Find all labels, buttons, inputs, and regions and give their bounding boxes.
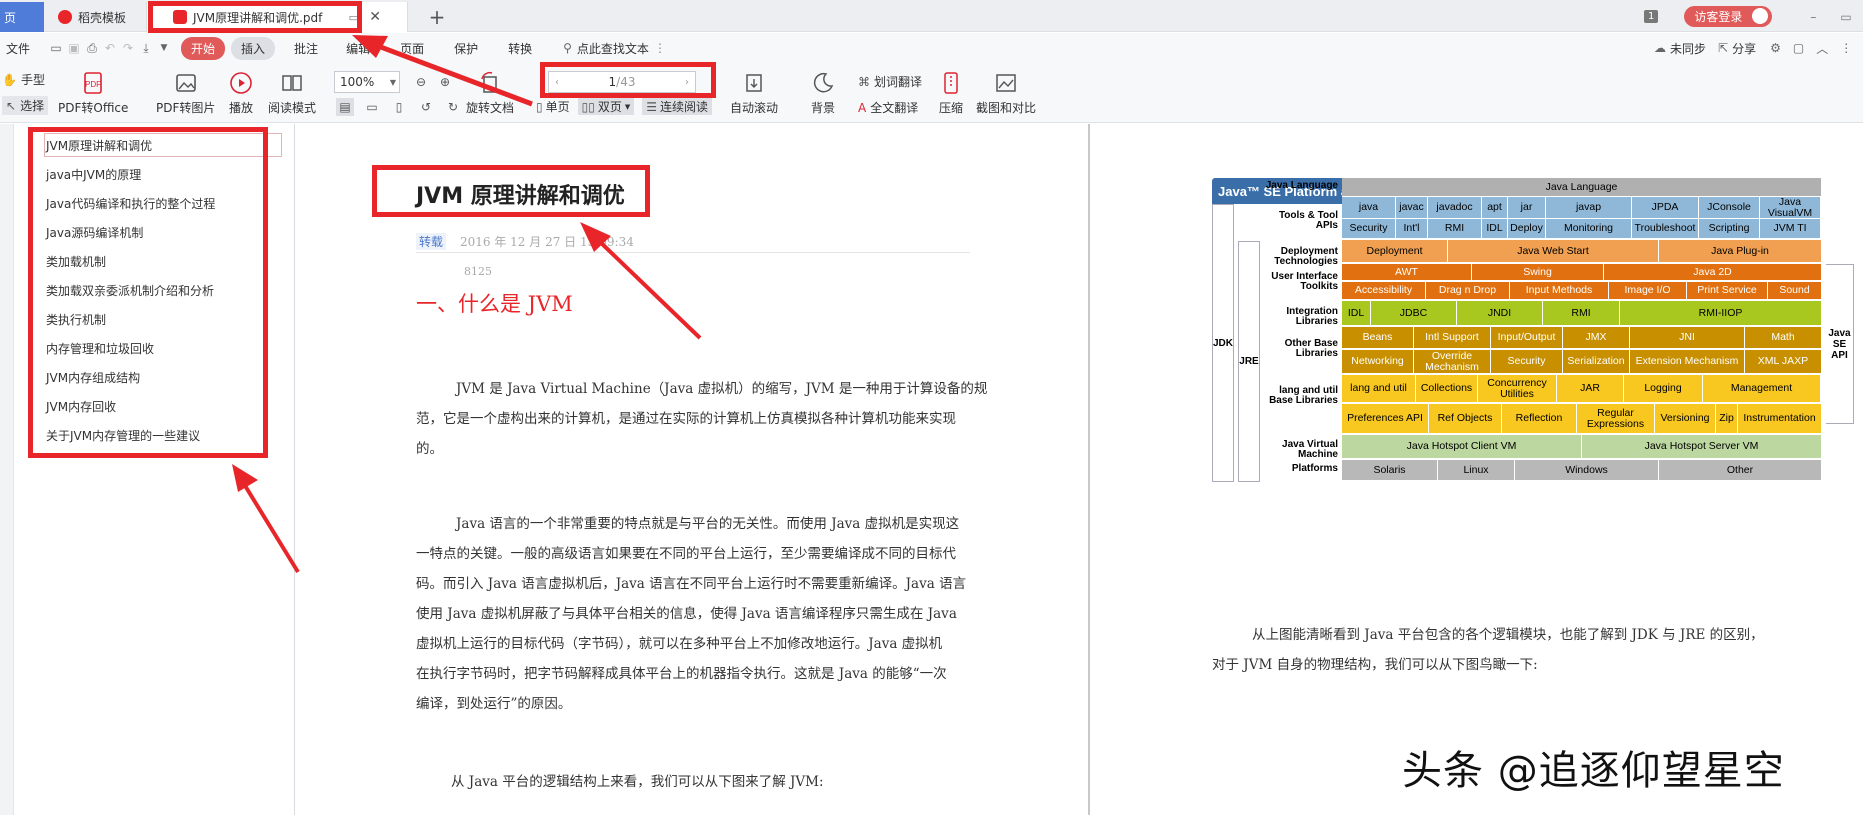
annotation-arrows	[232, 35, 702, 574]
arrow-to-tab	[352, 35, 533, 107]
arrow-to-toc	[232, 464, 300, 574]
pdf-reader-window: 页 稻壳模板 JVM原理讲解和调优.pdf ▭ ✕ + 1 访客登录 – ▭ 文…	[0, 0, 1863, 815]
arrow-to-title	[580, 222, 702, 340]
